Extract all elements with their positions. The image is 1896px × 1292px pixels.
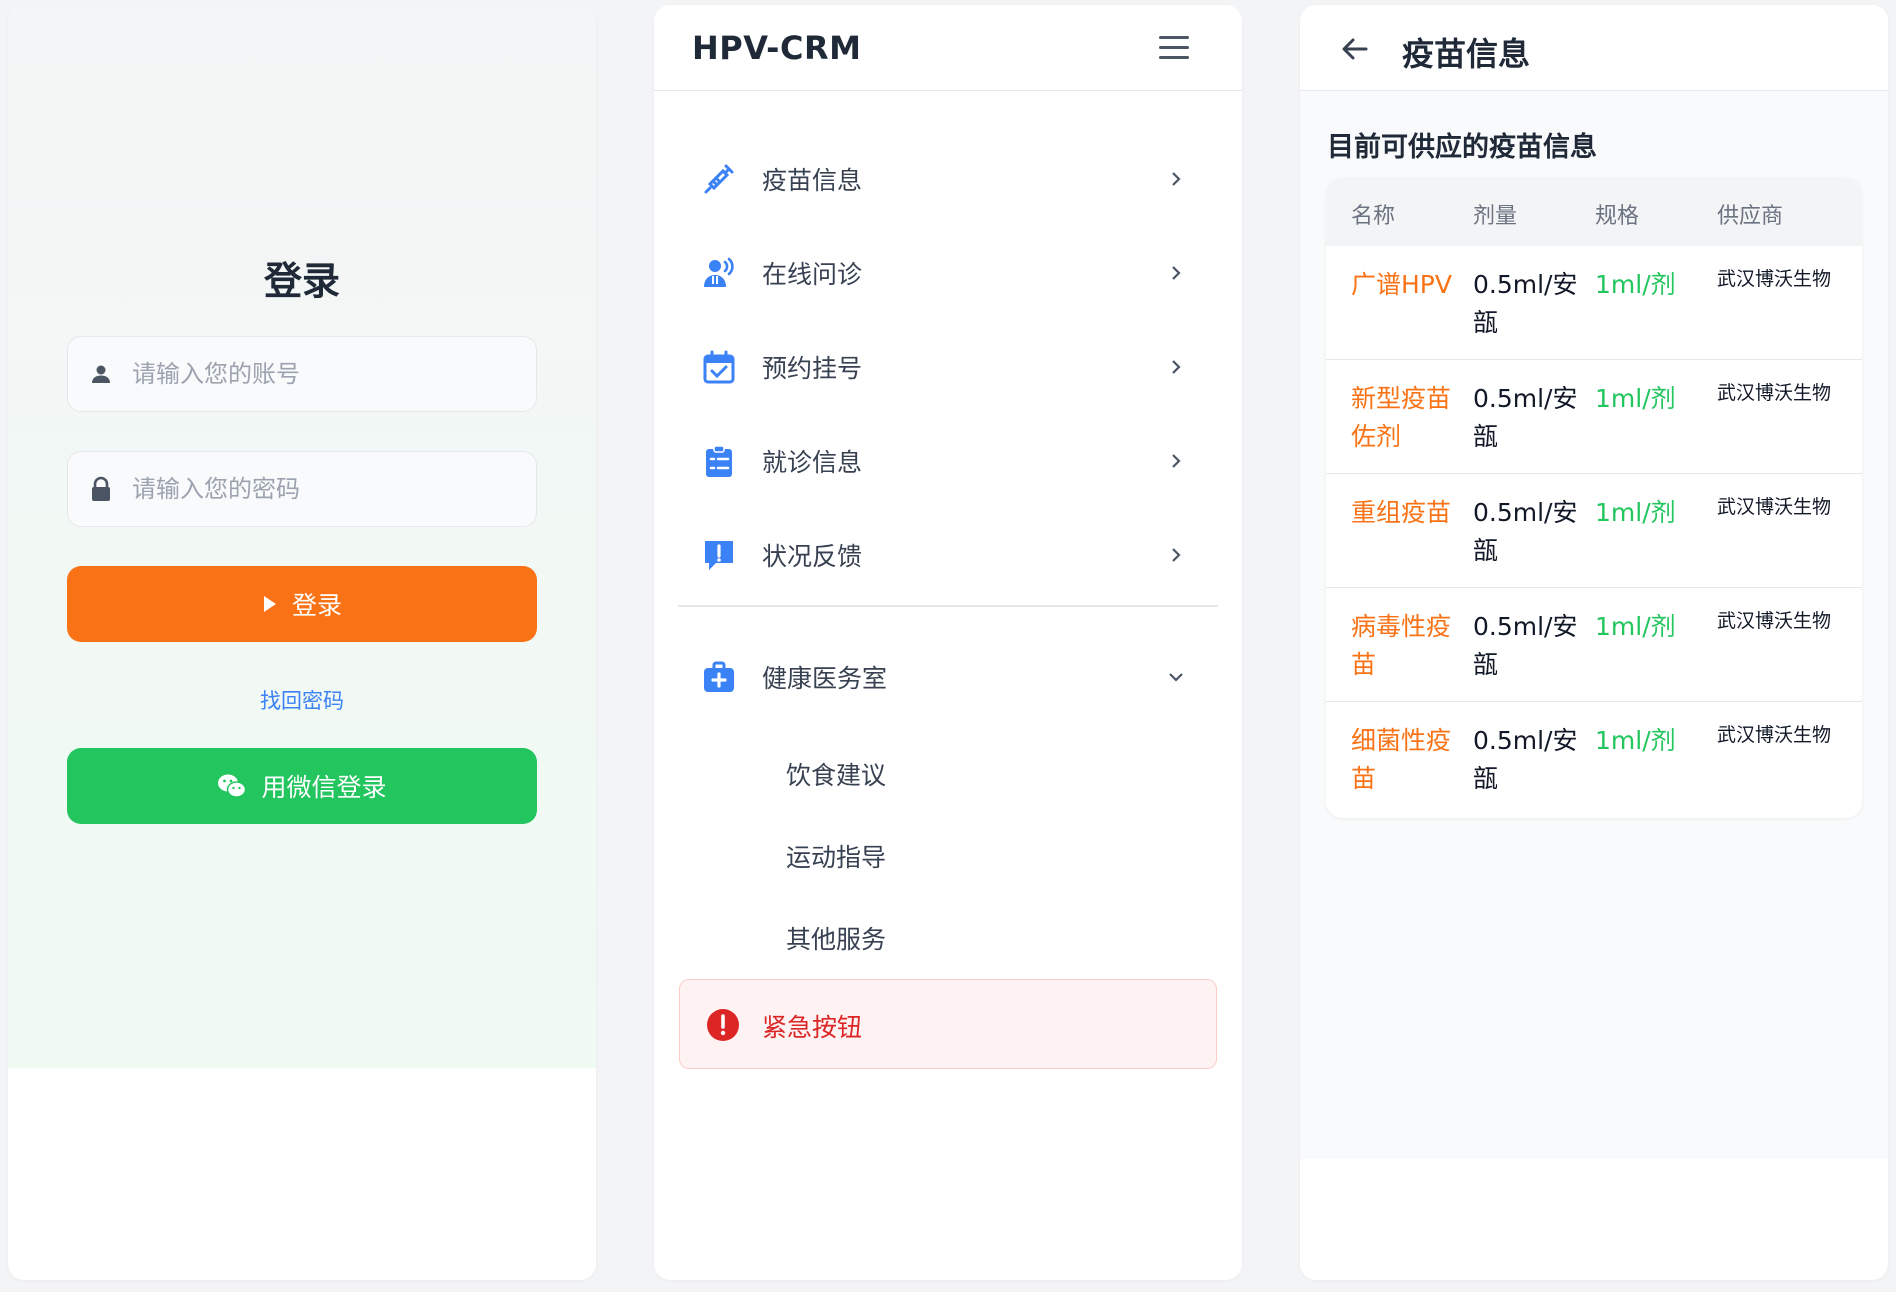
login-button[interactable]: 登录: [67, 566, 537, 642]
menu-item-label: 预约挂号: [762, 354, 863, 383]
medical-kit-icon: [702, 660, 736, 694]
chevron-down-icon: [1166, 667, 1186, 687]
menu-item-online-consult[interactable]: 在线问诊: [678, 238, 1218, 308]
wechat-icon: [217, 773, 247, 799]
login-title: 登录: [263, 259, 340, 303]
syringe-icon: [702, 162, 736, 196]
chevron-right-icon: [1166, 263, 1186, 283]
cell-spec: 1ml/剂: [1595, 384, 1676, 413]
submenu-item-diet[interactable]: 饮食建议: [786, 756, 886, 792]
app-title: HPV-CRM: [692, 29, 862, 67]
menu-item-label: 就诊信息: [762, 448, 863, 477]
cell-dose: 0.5ml/安瓿: [1473, 384, 1578, 451]
page-title: 疫苗信息: [1402, 35, 1531, 73]
cell-name: 重组疫苗: [1351, 498, 1452, 527]
column-header-supplier: 供应商: [1717, 204, 1784, 229]
vaccine-table: 名称 剂量 规格 供应商 广谱HPV 0.5ml/安瓿 1ml/剂 武汉博沃生物…: [1326, 178, 1862, 818]
user-icon: [88, 361, 114, 387]
menu-item-feedback[interactable]: 状况反馈: [678, 520, 1218, 590]
menu-item-label: 状况反馈: [762, 542, 863, 571]
table-row: 广谱HPV 0.5ml/安瓿 1ml/剂 武汉博沃生物: [1326, 246, 1862, 360]
vaccine-body: 目前可供应的疫苗信息 名称 剂量 规格 供应商 广谱HPV 0.5ml/安瓿 1…: [1300, 91, 1888, 1159]
account-field[interactable]: [67, 336, 537, 412]
section-title: 目前可供应的疫苗信息: [1327, 132, 1597, 163]
emergency-button-label: 紧急按钮: [762, 1013, 863, 1042]
clipboard-list-icon: [702, 444, 736, 478]
menu-item-label: 疫苗信息: [762, 166, 863, 195]
hamburger-menu-icon[interactable]: [1159, 36, 1189, 60]
wechat-login-button[interactable]: 用微信登录: [67, 748, 537, 824]
cell-supplier: 武汉博沃生物: [1717, 382, 1832, 404]
cell-name: 病毒性疫苗: [1351, 612, 1452, 679]
password-input[interactable]: [130, 474, 536, 504]
cell-dose: 0.5ml/安瓿: [1473, 612, 1578, 679]
login-background: [8, 5, 596, 1068]
column-header-spec: 规格: [1595, 204, 1640, 229]
menu-header: HPV-CRM: [654, 5, 1242, 91]
menu-item-label: 健康医务室: [762, 664, 888, 693]
feedback-icon: [702, 538, 736, 572]
menu-divider: [678, 605, 1218, 607]
submenu-item-exercise[interactable]: 运动指导: [786, 838, 886, 874]
alert-circle-icon: [706, 1008, 740, 1042]
cell-dose: 0.5ml/安瓿: [1473, 498, 1578, 565]
cell-name: 广谱HPV: [1351, 270, 1452, 299]
cell-spec: 1ml/剂: [1595, 726, 1676, 755]
menu-item-vaccine-info[interactable]: 疫苗信息: [678, 144, 1218, 214]
cell-supplier: 武汉博沃生物: [1717, 268, 1832, 290]
chevron-right-icon: [1166, 451, 1186, 471]
cell-name: 新型疫苗佐剂: [1351, 384, 1452, 451]
menu-item-visit-info[interactable]: 就诊信息: [678, 426, 1218, 496]
chevron-right-icon: [1166, 169, 1186, 189]
table-row: 重组疫苗 0.5ml/安瓿 1ml/剂 武汉博沃生物: [1326, 474, 1862, 588]
table-row: 病毒性疫苗 0.5ml/安瓿 1ml/剂 武汉博沃生物: [1326, 588, 1862, 702]
cell-dose: 0.5ml/安瓿: [1473, 270, 1578, 337]
menu-panel: HPV-CRM 疫苗信息 在线问诊 预约挂号 就诊信息 状况反馈 健康医务室 饮…: [654, 5, 1242, 1280]
cell-spec: 1ml/剂: [1595, 612, 1676, 641]
cell-name: 细菌性疫苗: [1351, 726, 1452, 793]
table-row: 细菌性疫苗 0.5ml/安瓿 1ml/剂 武汉博沃生物: [1326, 702, 1862, 816]
cell-supplier: 武汉博沃生物: [1717, 496, 1832, 518]
menu-item-label: 在线问诊: [762, 260, 863, 289]
chevron-right-icon: [1166, 545, 1186, 565]
vaccine-header: 疫苗信息: [1300, 5, 1888, 91]
table-header: 名称 剂量 规格 供应商: [1326, 178, 1862, 246]
lock-icon: [88, 476, 114, 502]
login-button-label: 登录: [291, 591, 342, 620]
account-input[interactable]: [130, 359, 536, 389]
emergency-button[interactable]: 紧急按钮: [679, 979, 1217, 1069]
chevron-right-icon: [1166, 357, 1186, 377]
login-panel: 登录 登录 找回密码 用微信登录: [8, 5, 596, 1280]
submenu-item-other[interactable]: 其他服务: [786, 920, 886, 956]
table-row: 新型疫苗佐剂 0.5ml/安瓿 1ml/剂 武汉博沃生物: [1326, 360, 1862, 474]
play-icon: [262, 594, 278, 614]
vaccine-panel: 疫苗信息 目前可供应的疫苗信息 名称 剂量 规格 供应商 广谱HPV 0.5ml…: [1300, 5, 1888, 1280]
cell-supplier: 武汉博沃生物: [1717, 724, 1832, 746]
cell-spec: 1ml/剂: [1595, 498, 1676, 527]
back-arrow-icon[interactable]: [1340, 34, 1370, 64]
calendar-check-icon: [702, 350, 736, 384]
cell-spec: 1ml/剂: [1595, 270, 1676, 299]
menu-item-health-room[interactable]: 健康医务室: [678, 642, 1218, 712]
menu-item-appointment[interactable]: 预约挂号: [678, 332, 1218, 402]
password-field[interactable]: [67, 451, 537, 527]
forgot-password-link[interactable]: 找回密码: [8, 685, 596, 715]
wechat-login-label: 用微信登录: [261, 773, 387, 802]
column-header-dose: 剂量: [1473, 204, 1518, 229]
column-header-name: 名称: [1351, 204, 1396, 229]
cell-dose: 0.5ml/安瓿: [1473, 726, 1578, 793]
cell-supplier: 武汉博沃生物: [1717, 610, 1832, 632]
doctor-consult-icon: [702, 256, 736, 290]
